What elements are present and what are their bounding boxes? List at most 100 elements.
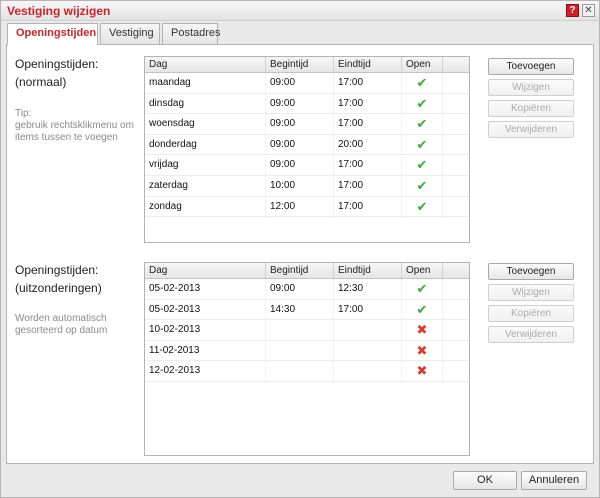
cell-start: 10:00 [266, 175, 334, 196]
check-icon: ✔ [416, 157, 428, 173]
table-row[interactable]: maandag 09:00 17:00 ✔ [145, 73, 469, 94]
normal-title-line1: Openingstijden: [15, 57, 99, 71]
cell-start: 14:30 [266, 299, 334, 320]
check-icon: ✔ [416, 198, 428, 214]
copy-normal-button[interactable]: Kopiëren [488, 100, 574, 117]
copy-exception-button[interactable]: Kopiëren [488, 305, 574, 322]
cell-end: 17:00 [334, 299, 402, 320]
edit-exception-button[interactable]: Wijzigen [488, 284, 574, 301]
table-row[interactable]: 05-02-2013 09:00 12:30 ✔ [145, 279, 469, 300]
normal-title-line2: (normaal) [15, 75, 67, 89]
cell-day: 05-02-2013 [145, 299, 266, 320]
cell-start: 12:00 [266, 196, 334, 217]
table-row[interactable]: 12-02-2013 ✖ [145, 361, 469, 382]
cell-end: 17:00 [334, 93, 402, 114]
cell-end: 12:30 [334, 279, 402, 299]
cell-end: 17:00 [334, 155, 402, 176]
table-row[interactable]: donderdag 09:00 20:00 ✔ [145, 134, 469, 156]
cell-open: ✖ [402, 320, 443, 341]
check-icon: ✔ [416, 136, 428, 152]
cell-end: 20:00 [334, 134, 402, 155]
exceptions-title-line2: (uitzonderingen) [15, 281, 102, 295]
cell-start: 09:00 [266, 93, 334, 114]
table-row[interactable]: 05-02-2013 14:30 17:00 ✔ [145, 299, 469, 321]
check-icon: ✔ [416, 95, 428, 111]
cell-start: 09:00 [266, 73, 334, 93]
cell-start: 09:00 [266, 134, 334, 155]
exception-hours-grid: Dag Begintijd Eindtijd Open 05-02-2013 09… [144, 262, 470, 456]
tip-line: gebruik rechtsklikmenu om [15, 120, 134, 131]
cell-day: dinsdag [145, 93, 266, 114]
table-row[interactable]: woensdag 09:00 17:00 ✔ [145, 114, 469, 135]
tab-openingstijden[interactable]: Openingstijden [7, 23, 98, 45]
cell-start [266, 320, 334, 341]
normal-section-title: Openingstijden: (normaal) [15, 57, 98, 90]
column-header-end[interactable]: Eindtijd [334, 57, 402, 72]
add-normal-button[interactable]: Toevoegen [488, 58, 574, 75]
cross-icon: ✖ [416, 322, 428, 338]
table-row[interactable]: vrijdag 09:00 17:00 ✔ [145, 155, 469, 176]
cell-end [334, 340, 402, 361]
table-row[interactable]: 11-02-2013 ✖ [145, 340, 469, 362]
edit-normal-button[interactable]: Wijzigen [488, 79, 574, 96]
cell-open: ✔ [402, 196, 443, 217]
cell-open: ✔ [402, 279, 443, 299]
cell-start: 09:00 [266, 279, 334, 299]
tip-label: Tip: [15, 108, 32, 119]
cell-day: 11-02-2013 [145, 340, 266, 361]
cell-start [266, 361, 334, 382]
cell-open: ✔ [402, 155, 443, 176]
column-header-day[interactable]: Dag [145, 57, 266, 72]
column-header-end[interactable]: Eindtijd [334, 263, 402, 278]
cell-start [266, 340, 334, 361]
tab-postadres[interactable]: Postadres [162, 23, 221, 44]
delete-exception-button[interactable]: Verwijderen [488, 326, 574, 343]
cell-open: ✔ [402, 114, 443, 135]
cell-open: ✔ [402, 175, 443, 196]
tab-panel: Openingstijden: (normaal) Tip: gebruik r… [6, 44, 594, 464]
cell-open: ✔ [402, 73, 443, 93]
column-header-open[interactable]: Open [402, 263, 443, 278]
cancel-button[interactable]: Annuleren [521, 471, 587, 490]
check-icon: ✔ [416, 281, 428, 296]
tip-line: items tussen te voegen [15, 132, 118, 143]
grid-header: Dag Begintijd Eindtijd Open [145, 57, 469, 73]
tab-vestiging[interactable]: Vestiging [100, 23, 160, 44]
cell-end [334, 361, 402, 382]
table-row[interactable]: dinsdag 09:00 17:00 ✔ [145, 93, 469, 115]
normal-hours-grid: Dag Begintijd Eindtijd Open maandag 09:00… [144, 56, 470, 243]
tip-line: Worden automatisch [15, 313, 107, 324]
cell-open: ✔ [402, 299, 443, 320]
table-row[interactable]: zondag 12:00 17:00 ✔ [145, 196, 469, 218]
check-icon: ✔ [416, 75, 428, 90]
cell-day: 12-02-2013 [145, 361, 266, 382]
column-header-start[interactable]: Begintijd [266, 263, 334, 278]
ok-button[interactable]: OK [453, 471, 517, 490]
table-row[interactable]: 10-02-2013 ✖ [145, 320, 469, 341]
normal-tip: Tip: gebruik rechtsklikmenu om items tus… [15, 108, 134, 144]
close-icon[interactable]: ✕ [582, 4, 595, 17]
cell-open: ✖ [402, 361, 443, 382]
cell-day: zondag [145, 196, 266, 217]
cell-start: 09:00 [266, 155, 334, 176]
table-row[interactable]: zaterdag 10:00 17:00 ✔ [145, 175, 469, 197]
delete-normal-button[interactable]: Verwijderen [488, 121, 574, 138]
column-header-filler [443, 263, 469, 278]
cell-day: zaterdag [145, 175, 266, 196]
exceptions-tip: Worden automatisch gesorteerd op datum [15, 313, 107, 337]
exceptions-section-title: Openingstijden: (uitzonderingen) [15, 263, 102, 296]
cell-day: 10-02-2013 [145, 320, 266, 341]
tip-line: gesorteerd op datum [15, 325, 108, 336]
cell-start: 09:00 [266, 114, 334, 135]
check-icon: ✔ [416, 116, 428, 132]
help-icon[interactable]: ? [566, 4, 579, 17]
add-exception-button[interactable]: Toevoegen [488, 263, 574, 280]
cross-icon: ✖ [416, 342, 428, 358]
dialog-title: Vestiging wijzigen [7, 4, 111, 18]
column-header-start[interactable]: Begintijd [266, 57, 334, 72]
cell-end: 17:00 [334, 196, 402, 217]
column-header-day[interactable]: Dag [145, 263, 266, 278]
column-header-open[interactable]: Open [402, 57, 443, 72]
cell-open: ✔ [402, 93, 443, 114]
column-header-filler [443, 57, 469, 72]
